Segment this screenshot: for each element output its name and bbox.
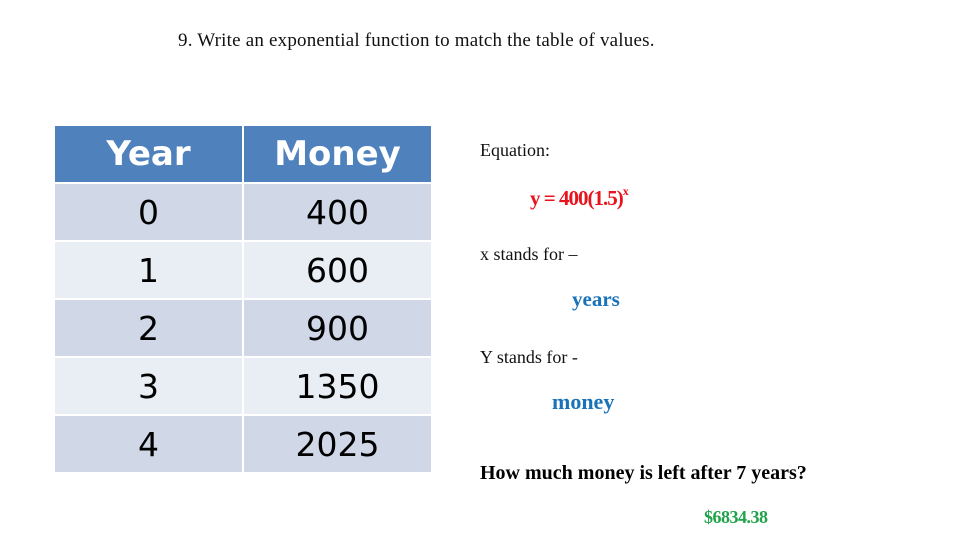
year-cell: 1 bbox=[55, 242, 242, 298]
money-cell: 1350 bbox=[244, 358, 431, 414]
x-meaning-label: x stands for – bbox=[480, 244, 578, 264]
money-cell: 2025 bbox=[244, 416, 431, 472]
table-row: 4 2025 bbox=[55, 416, 431, 472]
y-meaning-label: Y stands for - bbox=[480, 347, 578, 367]
final-answer: $6834.38 bbox=[704, 507, 768, 527]
question-title: 9. Write an exponential function to matc… bbox=[178, 30, 655, 51]
table-row: 1 600 bbox=[55, 242, 431, 298]
table-row: 3 1350 bbox=[55, 358, 431, 414]
money-cell: 400 bbox=[244, 184, 431, 240]
equation-label: Equation: bbox=[480, 140, 550, 160]
y-meaning-answer: money bbox=[552, 389, 615, 414]
header-year: Year bbox=[55, 126, 242, 182]
values-table: Year Money 0 400 1 600 2 900 3 1350 4 20… bbox=[53, 124, 433, 474]
money-cell: 900 bbox=[244, 300, 431, 356]
equation-exponent: x bbox=[622, 184, 629, 198]
year-cell: 2 bbox=[55, 300, 242, 356]
money-cell: 600 bbox=[244, 242, 431, 298]
x-meaning-answer: years bbox=[572, 287, 620, 311]
equation-answer: y = 400(1.5)x bbox=[530, 184, 629, 211]
table-row: 0 400 bbox=[55, 184, 431, 240]
table-row: 2 900 bbox=[55, 300, 431, 356]
year-cell: 4 bbox=[55, 416, 242, 472]
final-question: How much money is left after 7 years? bbox=[480, 462, 807, 484]
year-cell: 0 bbox=[55, 184, 242, 240]
equation-base: y = 400(1.5) bbox=[530, 186, 624, 210]
header-money: Money bbox=[244, 126, 431, 182]
year-cell: 3 bbox=[55, 358, 242, 414]
table-header-row: Year Money bbox=[55, 126, 431, 182]
